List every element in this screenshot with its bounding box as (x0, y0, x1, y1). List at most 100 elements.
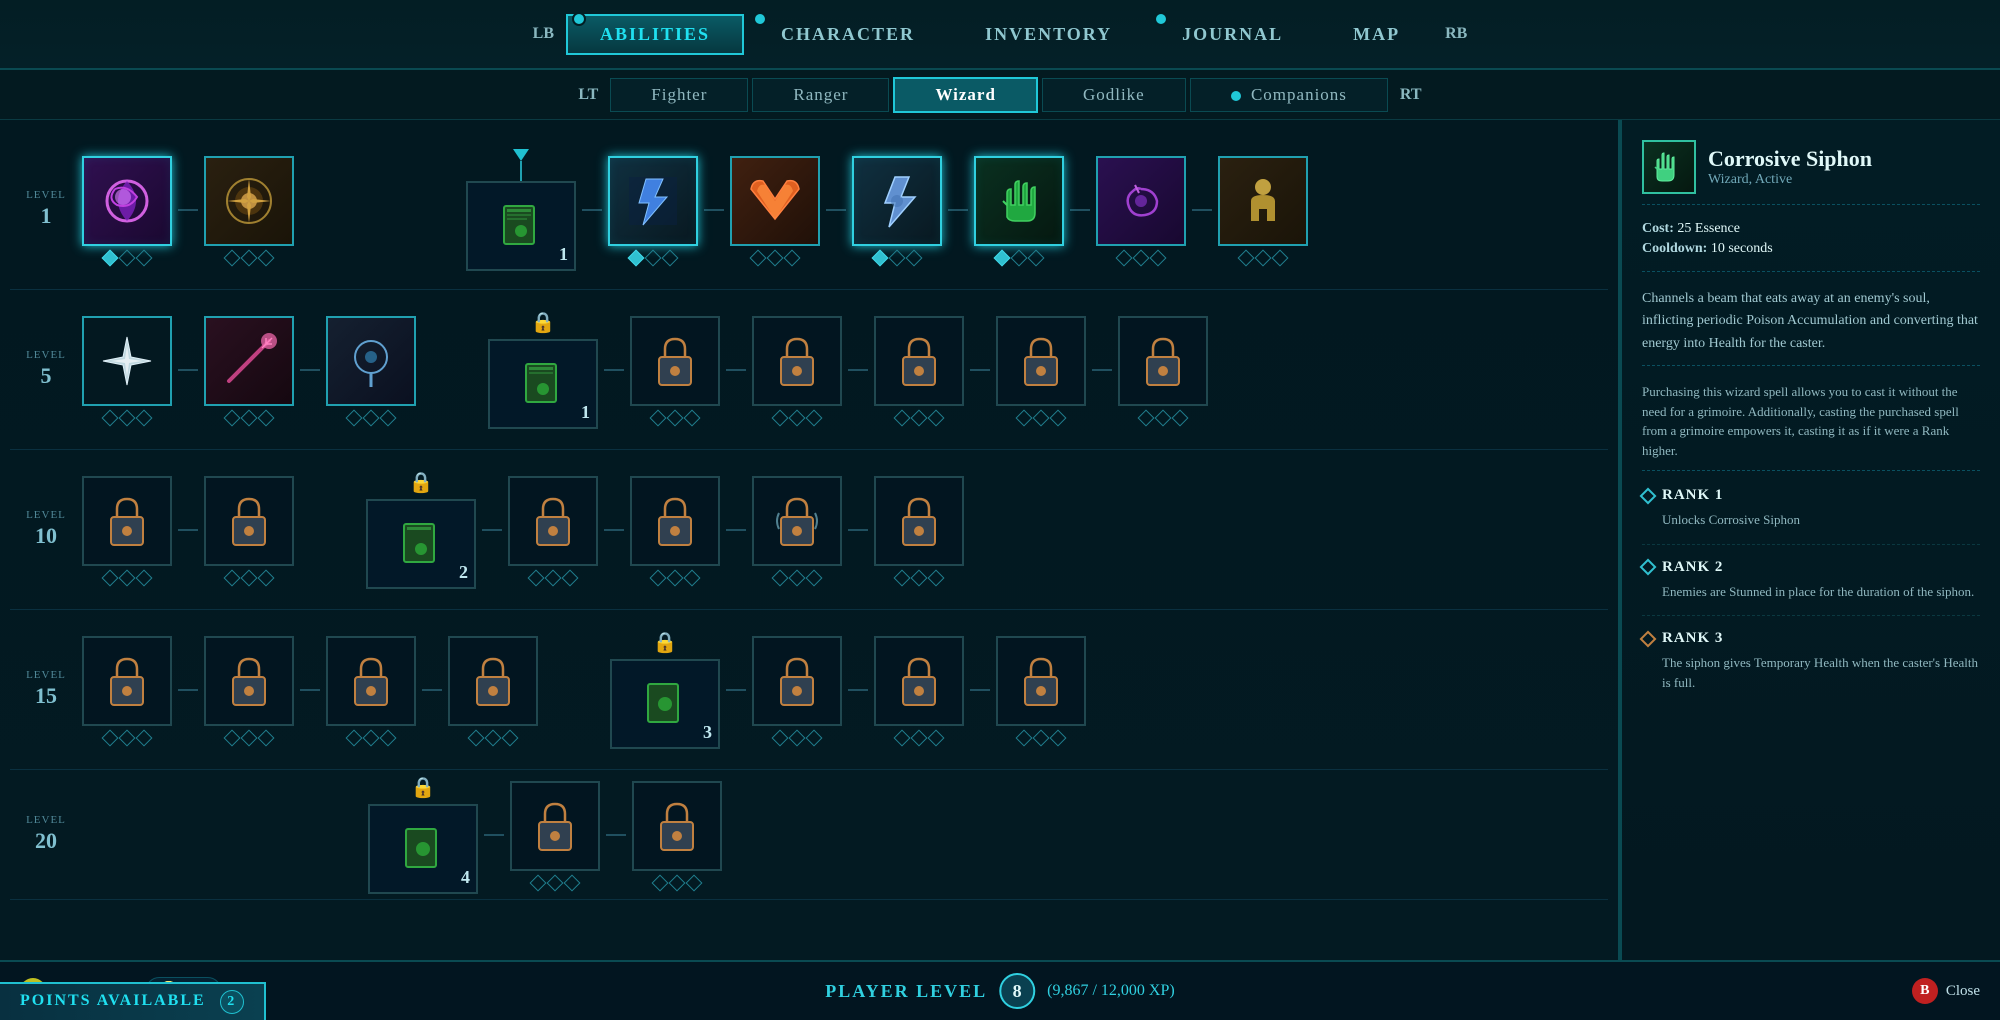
pip-row-5-2 (226, 412, 272, 424)
ability-icon-1-4[interactable] (730, 156, 820, 246)
info-ability-icon (1642, 140, 1696, 194)
ability-icon-15-5[interactable] (752, 636, 842, 726)
nav-tab-map[interactable]: MAP (1320, 15, 1433, 54)
ability-icon-1-6[interactable] (974, 156, 1064, 246)
ability-icon-10-5[interactable] (752, 476, 842, 566)
ability-icon-20-1[interactable] (510, 781, 600, 871)
rank-2-entry: RANK 2 Enemies are Stunned in place for … (1642, 559, 1980, 617)
ability-icon-10-1[interactable] (82, 476, 172, 566)
ability-slot-1-3 (608, 156, 698, 264)
rank-3-label: RANK 3 (1662, 630, 1723, 647)
pip-row-1-4 (752, 252, 798, 264)
points-available-count: 2 (220, 990, 244, 1014)
ability-icon-1-8[interactable] (1218, 156, 1308, 246)
ability-icon-5-2[interactable] (204, 316, 294, 406)
sub-tab-wizard[interactable]: Wizard (893, 77, 1037, 113)
info-description-1: Channels a beam that eats away at an ene… (1642, 288, 1980, 366)
info-stats-block: Cost: 25 Essence Cooldown: 10 seconds (1642, 221, 1980, 272)
connector-1-7 (1070, 209, 1090, 211)
ability-slot-5-5 (752, 316, 842, 424)
player-level-label: PLAYER LEVEL (825, 981, 987, 1002)
ability-icon-10-2[interactable] (204, 476, 294, 566)
level-1-label: LEVEL 1 (10, 188, 82, 231)
pip-row-1-7 (1118, 252, 1164, 264)
sub-navigation: LT Fighter Ranger Wizard Godlike Compani… (0, 70, 2000, 120)
rank-1-desc: Unlocks Corrosive Siphon (1642, 510, 1980, 530)
connector-1-5 (826, 209, 846, 211)
ability-icon-1-3[interactable] (608, 156, 698, 246)
ability-icon-1-5[interactable] (852, 156, 942, 246)
ability-icon-15-1[interactable] (82, 636, 172, 726)
grimoire-slot-2[interactable]: 2 (366, 499, 476, 589)
level-20-abilities: 🔒 4 (82, 775, 1608, 894)
ability-icon-10-3[interactable] (508, 476, 598, 566)
ability-slot-10-3 (508, 476, 598, 584)
ability-icon-5-6[interactable] (874, 316, 964, 406)
ability-icon-1-1[interactable] (82, 156, 172, 246)
ability-icon-15-6[interactable] (874, 636, 964, 726)
nav-tab-character[interactable]: CHARACTER (748, 15, 948, 54)
rank-2-diamond (1640, 559, 1657, 576)
ability-slot-15-5 (752, 636, 842, 744)
nav-tab-abilities[interactable]: ABILITIES (566, 14, 744, 55)
ability-icon-15-2[interactable] (204, 636, 294, 726)
ability-icon-10-6[interactable] (874, 476, 964, 566)
sub-tab-companions[interactable]: Companions (1190, 78, 1388, 112)
close-label: Close (1946, 983, 1980, 1000)
grimoire-slot-4-number: 4 (461, 867, 470, 888)
grimoire-slot-4[interactable]: 4 (368, 804, 478, 894)
ability-icon-5-8[interactable] (1118, 316, 1208, 406)
ability-icon-5-4[interactable] (630, 316, 720, 406)
ability-icon-5-3[interactable] (326, 316, 416, 406)
lock-above-grimoire-1: 🔒 (531, 310, 556, 335)
ability-icon-15-3[interactable] (326, 636, 416, 726)
connector-1-3 (582, 209, 602, 211)
level-5-abilities: 🔒 1 (82, 310, 1608, 429)
grimoire-slot-2-container: 🔒 2 (366, 470, 476, 589)
info-ability-subtitle: Wizard, Active (1708, 172, 1872, 188)
nav-tab-journal[interactable]: JOURNAL (1149, 15, 1316, 54)
ability-slot-1-5 (852, 156, 942, 264)
level-10-label: LEVEL 10 (10, 508, 82, 551)
ability-icon-20-2[interactable] (632, 781, 722, 871)
bottom-section: Y Reset Points 🪙 250 PLAYER LEVEL 8 (9,8… (0, 960, 2000, 1020)
ability-icon-1-2[interactable] (204, 156, 294, 246)
ability-slot-15-7 (996, 636, 1086, 744)
ability-icon-1-7[interactable] (1096, 156, 1186, 246)
level-1-row: LEVEL 1 (10, 130, 1608, 290)
ability-icon-5-7[interactable] (996, 316, 1086, 406)
ability-icon-10-4[interactable] (630, 476, 720, 566)
connector-1-1 (178, 209, 198, 211)
grimoire-slot-2-number: 2 (459, 562, 468, 583)
ability-icon-15-7[interactable] (996, 636, 1086, 726)
info-description-2: Purchasing this wizard spell allows you … (1642, 382, 1980, 471)
info-header: Corrosive Siphon Wizard, Active (1642, 140, 1980, 205)
level-5-row: LEVEL 5 (10, 290, 1608, 450)
grimoire-slot-1[interactable]: 1 (466, 181, 576, 271)
ability-slot-10-6 (874, 476, 964, 584)
sub-tab-ranger[interactable]: Ranger (752, 78, 889, 112)
abilities-alert-dot (572, 12, 586, 26)
grimoire-slot-1-lvl5[interactable]: 1 (488, 339, 598, 429)
ability-slot-5-8 (1118, 316, 1208, 424)
connector-1-4 (704, 209, 724, 211)
close-button[interactable]: B Close (1912, 978, 1980, 1004)
sub-tab-godlike[interactable]: Godlike (1042, 78, 1186, 112)
rank-2-label: RANK 2 (1662, 559, 1723, 576)
sub-tab-fighter[interactable]: Fighter (610, 78, 748, 112)
connector-1-6 (948, 209, 968, 211)
ability-icon-5-1[interactable] (82, 316, 172, 406)
connector-1-8 (1192, 209, 1212, 211)
grimoire-slot-3[interactable]: 3 (610, 659, 720, 749)
ability-slot-20-2 (632, 781, 722, 889)
ability-slot-10-5 (752, 476, 842, 584)
nav-tab-inventory[interactable]: INVENTORY (952, 15, 1145, 54)
ability-slot-20-1 (510, 781, 600, 889)
pip-row-1-5 (874, 252, 920, 264)
ability-icon-5-5[interactable] (752, 316, 842, 406)
rank-3-desc: The siphon gives Temporary Health when t… (1642, 653, 1980, 692)
grimoire-arrow (513, 149, 529, 161)
ability-slot-15-3 (326, 636, 416, 744)
main-content: LEVEL 1 (0, 120, 2000, 960)
ability-icon-15-4[interactable] (448, 636, 538, 726)
